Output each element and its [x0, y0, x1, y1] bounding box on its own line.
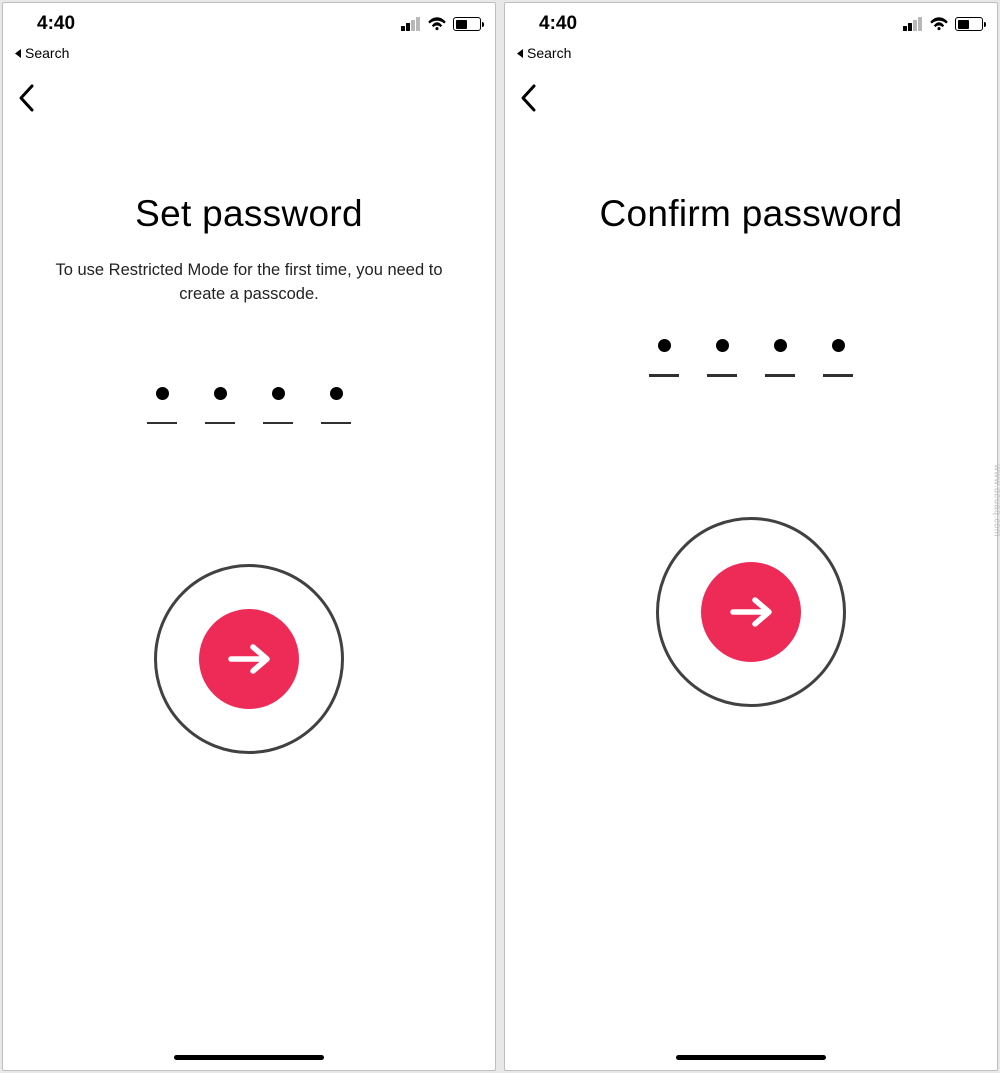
- next-button-ring: [154, 564, 344, 754]
- wifi-icon: [929, 17, 949, 31]
- next-button[interactable]: [199, 609, 299, 709]
- passcode-dot-icon: [716, 339, 729, 352]
- content-area: Set password To use Restricted Mode for …: [3, 113, 495, 1070]
- passcode-digit: [321, 387, 351, 425]
- status-bar: 4:40: [505, 3, 997, 45]
- passcode-digit: [263, 387, 293, 425]
- breadcrumb-back-to-search[interactable]: Search: [3, 45, 495, 65]
- passcode-digit: [765, 339, 795, 377]
- passcode-digit: [205, 387, 235, 425]
- breadcrumb-back-icon: [13, 48, 22, 59]
- passcode-input[interactable]: [649, 339, 853, 377]
- breadcrumb-label: Search: [25, 45, 69, 61]
- passcode-dot-icon: [330, 387, 343, 400]
- next-button-ring: [656, 517, 846, 707]
- nav-bar: [3, 65, 495, 113]
- passcode-digit: [823, 339, 853, 377]
- status-icons: [401, 17, 481, 31]
- page-title: Set password: [135, 193, 363, 235]
- chevron-left-icon: [17, 83, 35, 113]
- phone-screen-set-password: 4:40 Search Set password To use Restrict…: [2, 2, 496, 1071]
- content-area: Confirm password: [505, 113, 997, 1070]
- status-time: 4:40: [37, 13, 75, 35]
- home-indicator[interactable]: [174, 1055, 324, 1060]
- back-button[interactable]: [17, 83, 481, 113]
- next-button[interactable]: [701, 562, 801, 662]
- back-button[interactable]: [519, 83, 983, 113]
- battery-icon: [955, 17, 983, 31]
- nav-bar: [505, 65, 997, 113]
- phone-screen-confirm-password: 4:40 Search Confirm password: [504, 2, 998, 1071]
- passcode-dot-icon: [272, 387, 285, 400]
- status-bar: 4:40: [3, 3, 495, 45]
- status-icons: [903, 17, 983, 31]
- passcode-input[interactable]: [147, 387, 351, 425]
- breadcrumb-label: Search: [527, 45, 571, 61]
- page-subtitle: To use Restricted Mode for the first tim…: [34, 259, 464, 307]
- cellular-signal-icon: [903, 17, 923, 31]
- passcode-dot-icon: [214, 387, 227, 400]
- page-title: Confirm password: [600, 193, 903, 235]
- passcode-digit: [707, 339, 737, 377]
- passcode-dot-icon: [774, 339, 787, 352]
- arrow-right-icon: [729, 595, 773, 629]
- passcode-digit: [649, 339, 679, 377]
- passcode-dot-icon: [658, 339, 671, 352]
- chevron-left-icon: [519, 83, 537, 113]
- status-time: 4:40: [539, 13, 577, 35]
- passcode-dot-icon: [832, 339, 845, 352]
- battery-icon: [453, 17, 481, 31]
- cellular-signal-icon: [401, 17, 421, 31]
- watermark: www.deuaq.com: [993, 464, 1000, 537]
- breadcrumb-back-to-search[interactable]: Search: [505, 45, 997, 65]
- wifi-icon: [427, 17, 447, 31]
- arrow-right-icon: [227, 642, 271, 676]
- home-indicator[interactable]: [676, 1055, 826, 1060]
- breadcrumb-back-icon: [515, 48, 524, 59]
- passcode-dot-icon: [156, 387, 169, 400]
- passcode-digit: [147, 387, 177, 425]
